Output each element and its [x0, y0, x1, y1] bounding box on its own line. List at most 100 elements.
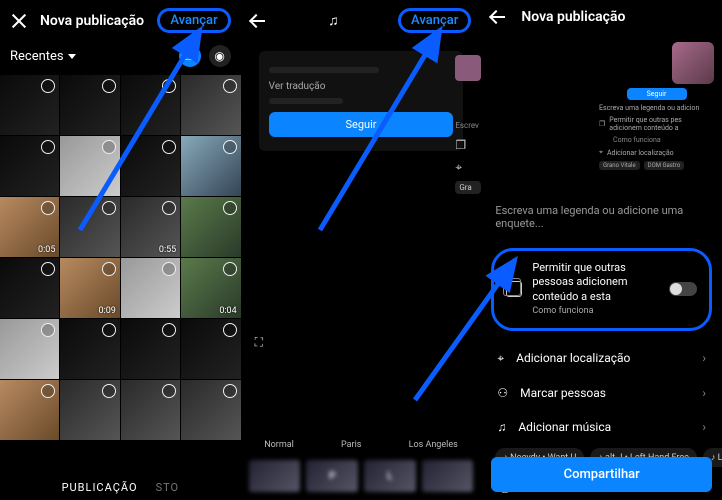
panel-filter: ♫ Avançar Ver tradução Seguir Escrev ❐ ⌖… [241, 0, 482, 500]
select-ring-icon [162, 384, 176, 398]
header: ♫ Avançar [241, 0, 482, 41]
duration-label: 0:55 [159, 245, 176, 255]
filter-thumbs: P L [241, 460, 482, 492]
filter-thumb[interactable] [249, 460, 301, 492]
mini-caption: Escreva uma legenda ou adicion [599, 104, 714, 112]
album-selector[interactable]: Recentes [10, 49, 76, 64]
media-thumb[interactable] [181, 380, 240, 440]
camera-button[interactable]: ◉ [209, 45, 231, 67]
stack-icon [506, 281, 522, 297]
tab-story[interactable]: STO [156, 481, 180, 494]
select-ring-icon [223, 384, 237, 398]
filter-thumb[interactable] [422, 460, 474, 492]
collab-title: Permitir que outras pessoas adicionem co… [532, 261, 627, 303]
tag-chip[interactable]: Gra [455, 181, 481, 194]
media-thumb[interactable] [121, 136, 180, 196]
media-thumb[interactable] [0, 319, 59, 379]
media-thumb[interactable]: 0:55 [121, 197, 180, 257]
mini-chip[interactable]: DOM Gastro [644, 161, 685, 170]
media-thumb[interactable] [181, 136, 240, 196]
media-grid: 0:05 0:55 0:09 0:04 [0, 75, 241, 475]
media-thumb[interactable]: 0:09 [60, 258, 119, 318]
caption-input[interactable]: Escreva uma legenda ou adicione uma enqu… [481, 194, 722, 244]
back-icon[interactable] [251, 12, 269, 30]
location-icon[interactable]: ⌖ [455, 160, 481, 175]
mini-location-label: Adicionar localização [607, 149, 674, 157]
post-thumbnail[interactable] [672, 42, 714, 84]
media-thumb[interactable]: 0:04 [181, 258, 240, 318]
seguir-button[interactable]: Seguir [269, 112, 454, 137]
media-thumb[interactable] [0, 258, 59, 318]
select-ring-icon [41, 140, 55, 154]
filter-label: Normal [264, 440, 294, 450]
tag-label: Marcar pessoas [520, 386, 606, 400]
next-button[interactable]: Avançar [398, 8, 471, 33]
media-thumb[interactable] [181, 197, 240, 257]
add-location-row[interactable]: ⌖ Adicionar localização › [481, 341, 722, 376]
media-thumb[interactable] [181, 75, 240, 135]
media-thumb[interactable] [0, 136, 59, 196]
media-thumb[interactable] [181, 319, 240, 379]
location-icon: ⌖ [497, 351, 504, 366]
select-ring-icon [223, 201, 237, 215]
select-ring-icon [41, 323, 55, 337]
media-thumb[interactable] [0, 380, 59, 440]
select-ring-icon [102, 79, 116, 93]
select-ring-icon [162, 262, 176, 276]
media-thumb[interactable] [121, 258, 180, 318]
filter-labels: Normal Paris Los Angeles [241, 440, 482, 450]
media-thumb[interactable] [60, 75, 119, 135]
next-button[interactable]: Avançar [157, 8, 230, 33]
select-ring-icon [223, 140, 237, 154]
preview-card[interactable]: Ver tradução Seguir [259, 51, 464, 151]
page-title: Nova publicação [521, 9, 712, 25]
add-music-row[interactable]: ♫ Adicionar música › [481, 410, 722, 444]
expand-icon[interactable]: ⛶ [255, 335, 263, 350]
header: Nova publicação Avançar [0, 0, 241, 41]
tag-people-row[interactable]: ⚇ Marcar pessoas › [481, 376, 722, 410]
music-icon[interactable]: ♫ [328, 12, 339, 29]
media-thumb[interactable] [60, 319, 119, 379]
multi-select-button[interactable]: ❐ [179, 45, 201, 67]
location-label: Adicionar localização [516, 351, 630, 365]
mini-como-label: Como funciona [613, 136, 714, 144]
select-ring-icon [223, 323, 237, 337]
album-label: Recentes [10, 49, 64, 64]
mini-thumb [455, 55, 481, 81]
filter-thumb[interactable]: L [364, 460, 416, 492]
mini-seguir-button[interactable]: Seguir [627, 88, 687, 100]
collab-option[interactable]: Permitir que outras pessoas adicionem co… [491, 248, 712, 331]
media-thumb[interactable] [60, 136, 119, 196]
duration-label: 0:04 [219, 306, 236, 316]
mini-chip[interactable]: Grano Vitale [599, 161, 640, 170]
select-ring-icon [102, 201, 116, 215]
select-ring-icon [102, 384, 116, 398]
media-thumb[interactable] [121, 380, 180, 440]
filter-label: Paris [341, 440, 361, 450]
back-icon[interactable] [491, 8, 509, 26]
mini-preview-block: Seguir Escreva uma legenda ou adicion ❐P… [599, 38, 714, 174]
media-thumb[interactable] [121, 319, 180, 379]
select-ring-icon [41, 79, 55, 93]
filter-thumb[interactable]: P [306, 460, 358, 492]
select-ring-icon [162, 323, 176, 337]
tab-publication[interactable]: PUBLICAÇÃO [62, 481, 138, 494]
collab-toggle[interactable] [669, 282, 697, 296]
stack-icon[interactable]: ❐ [455, 138, 481, 152]
collab-text: Permitir que outras pessoas adicionem co… [532, 261, 659, 318]
close-icon[interactable] [10, 12, 28, 30]
select-ring-icon [102, 262, 116, 276]
album-selector-row: Recentes ❐ ◉ [0, 41, 241, 75]
select-ring-icon [41, 384, 55, 398]
media-thumb[interactable] [0, 75, 59, 135]
media-thumb[interactable]: 0:05 [0, 197, 59, 257]
side-options: Escrev ❐ ⌖ Gra [455, 55, 481, 194]
media-thumb[interactable] [60, 197, 119, 257]
mini-caption: Escrev [455, 121, 481, 130]
panel-gallery: Nova publicação Avançar Recentes ❐ ◉ 0:0… [0, 0, 241, 500]
duration-label: 0:05 [38, 245, 55, 255]
media-thumb[interactable] [121, 75, 180, 135]
chevron-right-icon: › [702, 386, 706, 400]
media-thumb[interactable] [60, 380, 119, 440]
share-button[interactable]: Compartilhar [491, 457, 712, 492]
